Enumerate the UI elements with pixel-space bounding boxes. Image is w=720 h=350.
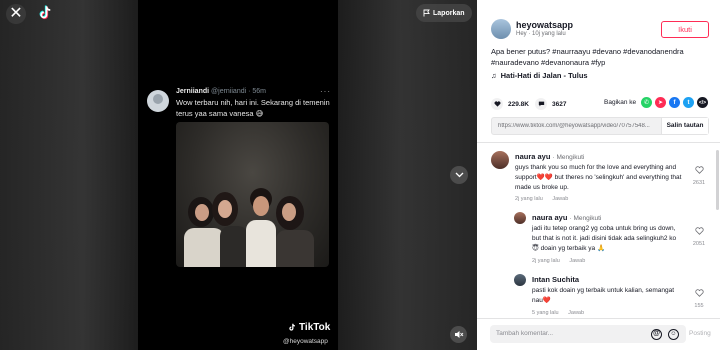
follow-button[interactable]: Ikuti (661, 21, 709, 38)
comment-composer: Tambah komentar... @ ☺ Posting (477, 318, 720, 350)
comment-user[interactable]: naura ayu · Mengikuti (532, 213, 601, 222)
tweet-header: Jerniiandi @jerniiandi · 56m (176, 88, 266, 95)
divider (477, 142, 720, 143)
video-blur-left (0, 0, 138, 350)
comment-like-button[interactable]: 155 (692, 284, 706, 309)
video-link[interactable]: https://www.tiktok.com/@heyowatsapp/vide… (492, 123, 661, 129)
copy-link-button[interactable]: Salin tautan (661, 118, 708, 134)
comments-scrollbar[interactable] (716, 150, 719, 210)
reply-button[interactable]: Jawab (569, 258, 585, 264)
author-name[interactable]: heyowatsapp (516, 20, 573, 30)
music-title: Hati-Hati di Jalan - Tulus (500, 71, 588, 80)
comment-user-name: naura ayu (532, 213, 568, 222)
comment-avatar[interactable] (514, 212, 526, 224)
comment-time: 2j yang lalu (515, 196, 543, 202)
comment-like-button[interactable]: 2051 (692, 222, 706, 247)
flag-icon (423, 9, 430, 17)
comment-text: jadi itu tetep orang2 yg coba untuk brin… (532, 225, 677, 252)
tiktok-watermark-user: @heyowatsapp (283, 338, 328, 345)
close-button[interactable]: ✕ (6, 4, 26, 24)
comment-user-name: naura ayu (515, 152, 551, 161)
twitter-icon[interactable]: t (683, 97, 694, 108)
comment-like-count: 2051 (692, 241, 706, 247)
share-link-row: https://www.tiktok.com/@heyowatsapp/vide… (491, 117, 709, 135)
post-comment-button[interactable]: Posting (689, 330, 711, 337)
reply-button[interactable]: Jawab (552, 196, 568, 202)
author-avatar[interactable] (491, 19, 511, 39)
comment-time: 2j yang lalu (532, 258, 560, 264)
like-stat[interactable]: 229.8K (491, 98, 529, 110)
comment-meta: 5 yang lalu Jawab (532, 310, 592, 316)
tweet-avatar (147, 90, 169, 112)
video-player[interactable]: ✕ Laporkan Jerniiandi @jerniiandi · 56m … (0, 0, 477, 350)
chevron-down-icon (455, 172, 463, 178)
comment-avatar[interactable] (514, 274, 526, 286)
tiktok-watermark: TikTok (287, 322, 330, 333)
music-note-icon: ♫ (491, 71, 497, 80)
details-panel: heyowatsapp Hey · 10j yang lalu Ikuti Ap… (477, 0, 720, 350)
next-video-button[interactable] (450, 166, 468, 184)
comment-user-name: Intan Suchita (532, 275, 580, 284)
tweet-handle: @jerniiandi (211, 88, 247, 95)
comment-stat[interactable]: 3627 (535, 98, 566, 110)
close-icon: ✕ (9, 5, 23, 22)
facebook-icon[interactable]: f (669, 97, 680, 108)
whatsapp-icon[interactable]: ✆ (641, 97, 652, 108)
author-meta: Hey · 10j yang lalu (516, 31, 566, 37)
heart-outline-icon (694, 166, 704, 174)
comment-meta: 2j yang lalu Jawab (532, 258, 593, 264)
heart-icon (491, 98, 503, 110)
tweet-photo (176, 122, 329, 267)
comment-user[interactable]: naura ayu · Mengikuti (515, 152, 584, 161)
report-button[interactable]: Laporkan (416, 4, 472, 22)
tiktok-watermark-icon (289, 323, 295, 331)
share-label: Bagikan ke (604, 99, 637, 106)
embed-icon[interactable]: </> (697, 97, 708, 108)
video-caption: Apa bener putus? #naurraayu #devano #dev… (491, 47, 684, 67)
tweet-text: Wow terbaru nih, hari ini. Sekarang di t… (176, 98, 330, 118)
send-icon[interactable]: ➤ (655, 97, 666, 108)
report-label: Laporkan (433, 9, 465, 17)
reply-button[interactable]: Jawab (568, 310, 584, 316)
comment-follow-badge: · Mengikuti (569, 215, 602, 222)
comment-time: 5 yang lalu (532, 310, 559, 316)
tweet-name: Jerniiandi (176, 88, 210, 95)
tiktok-watermark-brand: TikTok (299, 322, 331, 333)
comment-text: guys thank you so much for the love and … (515, 164, 682, 191)
comment-meta: 2j yang lalu Jawab (515, 196, 576, 202)
comment-user[interactable]: Intan Suchita (532, 275, 579, 284)
comment-icon (535, 98, 547, 110)
mention-icon[interactable]: @ (651, 329, 662, 340)
comment-count: 3627 (552, 100, 567, 108)
heart-outline-icon (694, 227, 704, 235)
comment-like-count: 2631 (692, 180, 706, 186)
comment-text: pasti kok doain yg terbaik untuk kalian,… (532, 287, 675, 304)
volume-muted-icon (454, 331, 463, 338)
more-icon: ··· (320, 87, 331, 96)
heart-outline-icon (694, 289, 704, 297)
comment-like-button[interactable]: 2631 (692, 161, 706, 186)
tiktok-logo-icon[interactable] (36, 4, 54, 22)
comment-follow-badge: · Mengikuti (552, 154, 585, 161)
tweet-time: · 56m (248, 88, 267, 95)
comment-like-count: 155 (694, 303, 704, 309)
comment-avatar[interactable] (491, 151, 509, 169)
music-link[interactable]: ♫ Hati-Hati di Jalan - Tulus (491, 71, 588, 80)
emoji-icon[interactable]: ☺ (668, 329, 679, 340)
like-count: 229.8K (508, 100, 529, 108)
mute-button[interactable] (450, 326, 467, 343)
